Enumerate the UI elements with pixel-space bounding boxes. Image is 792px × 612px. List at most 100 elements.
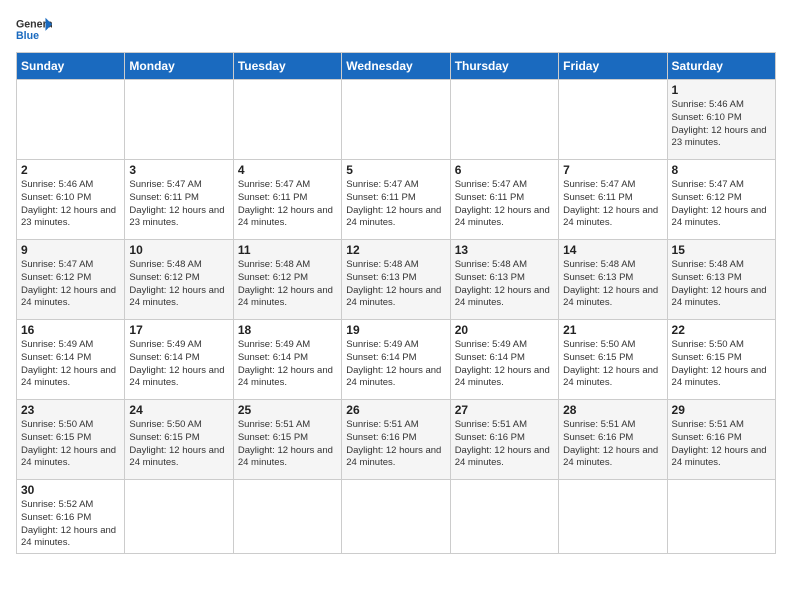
day-number: 14 bbox=[563, 243, 662, 257]
day-info: Sunrise: 5:47 AM Sunset: 6:11 PM Dayligh… bbox=[455, 179, 554, 230]
calendar-day-cell bbox=[17, 80, 125, 160]
day-info: Sunrise: 5:48 AM Sunset: 6:13 PM Dayligh… bbox=[455, 259, 554, 310]
weekday-header-thursday: Thursday bbox=[450, 53, 558, 80]
weekday-header-tuesday: Tuesday bbox=[233, 53, 341, 80]
weekday-header-sunday: Sunday bbox=[17, 53, 125, 80]
day-info: Sunrise: 5:48 AM Sunset: 6:13 PM Dayligh… bbox=[346, 259, 445, 310]
day-number: 30 bbox=[21, 483, 120, 497]
weekday-header-row: SundayMondayTuesdayWednesdayThursdayFrid… bbox=[17, 53, 776, 80]
day-info: Sunrise: 5:47 AM Sunset: 6:12 PM Dayligh… bbox=[21, 259, 120, 310]
day-number: 17 bbox=[129, 323, 228, 337]
day-info: Sunrise: 5:49 AM Sunset: 6:14 PM Dayligh… bbox=[129, 339, 228, 390]
day-number: 6 bbox=[455, 163, 554, 177]
day-info: Sunrise: 5:50 AM Sunset: 6:15 PM Dayligh… bbox=[563, 339, 662, 390]
day-number: 5 bbox=[346, 163, 445, 177]
logo: General Blue bbox=[16, 16, 52, 44]
calendar-week-row: 23 Sunrise: 5:50 AM Sunset: 6:15 PM Dayli… bbox=[17, 400, 776, 480]
calendar-day-cell bbox=[125, 480, 233, 554]
calendar-day-cell: 2 Sunrise: 5:46 AM Sunset: 6:10 PM Daylig… bbox=[17, 160, 125, 240]
calendar-day-cell bbox=[559, 480, 667, 554]
day-info: Sunrise: 5:46 AM Sunset: 6:10 PM Dayligh… bbox=[21, 179, 120, 230]
calendar-week-row: 9Sunrise: 5:47 AM Sunset: 6:12 PM Daylig… bbox=[17, 240, 776, 320]
calendar-day-cell: 11 Sunrise: 5:48 AM Sunset: 6:12 PM Dayli… bbox=[233, 240, 341, 320]
calendar-day-cell bbox=[559, 80, 667, 160]
calendar-day-cell: 29 Sunrise: 5:51 AM Sunset: 6:16 PM Dayli… bbox=[667, 400, 775, 480]
svg-text:Blue: Blue bbox=[16, 30, 39, 42]
day-number: 21 bbox=[563, 323, 662, 337]
calendar-day-cell: 28 Sunrise: 5:51 AM Sunset: 6:16 PM Dayli… bbox=[559, 400, 667, 480]
weekday-header-friday: Friday bbox=[559, 53, 667, 80]
day-number: 19 bbox=[346, 323, 445, 337]
day-number: 25 bbox=[238, 403, 337, 417]
day-number: 20 bbox=[455, 323, 554, 337]
calendar-day-cell: 17 Sunrise: 5:49 AM Sunset: 6:14 PM Dayli… bbox=[125, 320, 233, 400]
calendar-day-cell: 9Sunrise: 5:47 AM Sunset: 6:12 PM Daylig… bbox=[17, 240, 125, 320]
day-number: 13 bbox=[455, 243, 554, 257]
day-info: Sunrise: 5:50 AM Sunset: 6:15 PM Dayligh… bbox=[129, 419, 228, 470]
day-info: Sunrise: 5:51 AM Sunset: 6:16 PM Dayligh… bbox=[346, 419, 445, 470]
day-number: 7 bbox=[563, 163, 662, 177]
day-info: Sunrise: 5:49 AM Sunset: 6:14 PM Dayligh… bbox=[455, 339, 554, 390]
day-number: 29 bbox=[672, 403, 771, 417]
day-info: Sunrise: 5:47 AM Sunset: 6:11 PM Dayligh… bbox=[563, 179, 662, 230]
calendar-week-row: 2 Sunrise: 5:46 AM Sunset: 6:10 PM Daylig… bbox=[17, 160, 776, 240]
day-info: Sunrise: 5:52 AM Sunset: 6:16 PM Dayligh… bbox=[21, 499, 120, 550]
calendar-day-cell bbox=[342, 80, 450, 160]
day-info: Sunrise: 5:48 AM Sunset: 6:12 PM Dayligh… bbox=[238, 259, 337, 310]
day-number: 8 bbox=[672, 163, 771, 177]
calendar-day-cell: 22 Sunrise: 5:50 AM Sunset: 6:15 PM Dayli… bbox=[667, 320, 775, 400]
day-number: 24 bbox=[129, 403, 228, 417]
day-info: Sunrise: 5:47 AM Sunset: 6:11 PM Dayligh… bbox=[238, 179, 337, 230]
calendar-day-cell: 13 Sunrise: 5:48 AM Sunset: 6:13 PM Dayli… bbox=[450, 240, 558, 320]
calendar-day-cell: 27 Sunrise: 5:51 AM Sunset: 6:16 PM Dayli… bbox=[450, 400, 558, 480]
day-number: 18 bbox=[238, 323, 337, 337]
day-info: Sunrise: 5:48 AM Sunset: 6:13 PM Dayligh… bbox=[563, 259, 662, 310]
day-number: 2 bbox=[21, 163, 120, 177]
calendar-week-row: 30 Sunrise: 5:52 AM Sunset: 6:16 PM Dayli… bbox=[17, 480, 776, 554]
day-info: Sunrise: 5:51 AM Sunset: 6:16 PM Dayligh… bbox=[672, 419, 771, 470]
day-info: Sunrise: 5:47 AM Sunset: 6:11 PM Dayligh… bbox=[129, 179, 228, 230]
calendar-day-cell: 4Sunrise: 5:47 AM Sunset: 6:11 PM Daylig… bbox=[233, 160, 341, 240]
calendar-day-cell: 1 Sunrise: 5:46 AM Sunset: 6:10 PM Daylig… bbox=[667, 80, 775, 160]
calendar-day-cell: 21 Sunrise: 5:50 AM Sunset: 6:15 PM Dayli… bbox=[559, 320, 667, 400]
day-number: 15 bbox=[672, 243, 771, 257]
calendar-day-cell: 5Sunrise: 5:47 AM Sunset: 6:11 PM Daylig… bbox=[342, 160, 450, 240]
day-info: Sunrise: 5:49 AM Sunset: 6:14 PM Dayligh… bbox=[21, 339, 120, 390]
calendar-table: SundayMondayTuesdayWednesdayThursdayFrid… bbox=[16, 52, 776, 554]
day-info: Sunrise: 5:48 AM Sunset: 6:13 PM Dayligh… bbox=[672, 259, 771, 310]
calendar-day-cell bbox=[342, 480, 450, 554]
weekday-header-monday: Monday bbox=[125, 53, 233, 80]
day-number: 1 bbox=[672, 83, 771, 97]
calendar-week-row: 16 Sunrise: 5:49 AM Sunset: 6:14 PM Dayli… bbox=[17, 320, 776, 400]
weekday-header-wednesday: Wednesday bbox=[342, 53, 450, 80]
calendar-day-cell: 14 Sunrise: 5:48 AM Sunset: 6:13 PM Dayli… bbox=[559, 240, 667, 320]
day-info: Sunrise: 5:51 AM Sunset: 6:16 PM Dayligh… bbox=[455, 419, 554, 470]
calendar-day-cell: 6 Sunrise: 5:47 AM Sunset: 6:11 PM Daylig… bbox=[450, 160, 558, 240]
day-info: Sunrise: 5:50 AM Sunset: 6:15 PM Dayligh… bbox=[672, 339, 771, 390]
calendar-day-cell: 12Sunrise: 5:48 AM Sunset: 6:13 PM Dayli… bbox=[342, 240, 450, 320]
calendar-day-cell bbox=[233, 480, 341, 554]
day-number: 23 bbox=[21, 403, 120, 417]
weekday-header-saturday: Saturday bbox=[667, 53, 775, 80]
calendar-day-cell: 10Sunrise: 5:48 AM Sunset: 6:12 PM Dayli… bbox=[125, 240, 233, 320]
calendar-day-cell: 30 Sunrise: 5:52 AM Sunset: 6:16 PM Dayli… bbox=[17, 480, 125, 554]
page-header: General Blue bbox=[16, 16, 776, 44]
calendar-day-cell: 7 Sunrise: 5:47 AM Sunset: 6:11 PM Daylig… bbox=[559, 160, 667, 240]
calendar-day-cell: 23Sunrise: 5:50 AM Sunset: 6:15 PM Dayli… bbox=[17, 400, 125, 480]
day-number: 28 bbox=[563, 403, 662, 417]
day-info: Sunrise: 5:46 AM Sunset: 6:10 PM Dayligh… bbox=[672, 99, 771, 150]
day-number: 16 bbox=[21, 323, 120, 337]
calendar-day-cell: 16 Sunrise: 5:49 AM Sunset: 6:14 PM Dayli… bbox=[17, 320, 125, 400]
day-info: Sunrise: 5:51 AM Sunset: 6:15 PM Dayligh… bbox=[238, 419, 337, 470]
calendar-day-cell: 24 Sunrise: 5:50 AM Sunset: 6:15 PM Dayli… bbox=[125, 400, 233, 480]
day-info: Sunrise: 5:51 AM Sunset: 6:16 PM Dayligh… bbox=[563, 419, 662, 470]
calendar-day-cell: 18Sunrise: 5:49 AM Sunset: 6:14 PM Dayli… bbox=[233, 320, 341, 400]
calendar-day-cell: 26 Sunrise: 5:51 AM Sunset: 6:16 PM Dayli… bbox=[342, 400, 450, 480]
day-number: 26 bbox=[346, 403, 445, 417]
day-info: Sunrise: 5:49 AM Sunset: 6:14 PM Dayligh… bbox=[346, 339, 445, 390]
day-number: 22 bbox=[672, 323, 771, 337]
day-number: 27 bbox=[455, 403, 554, 417]
calendar-day-cell: 8Sunrise: 5:47 AM Sunset: 6:12 PM Daylig… bbox=[667, 160, 775, 240]
calendar-week-row: 1 Sunrise: 5:46 AM Sunset: 6:10 PM Daylig… bbox=[17, 80, 776, 160]
day-number: 11 bbox=[238, 243, 337, 257]
